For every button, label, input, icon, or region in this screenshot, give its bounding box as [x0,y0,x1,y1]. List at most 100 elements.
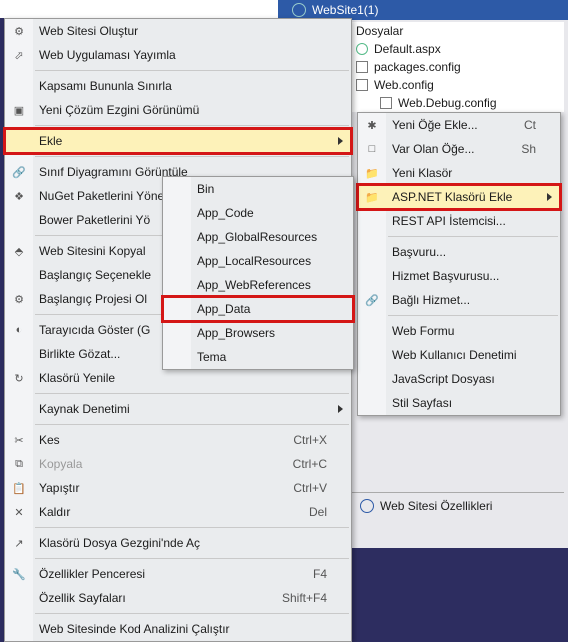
menu-icon: ⧉ [11,456,27,472]
menu-item[interactable]: 📋 Yapıştır Ctrl+V [5,476,351,500]
menu-item[interactable]: ✂KesCtrl+X [5,428,351,452]
menu-item[interactable]: ✱Yeni Öğe Ekle...Ct [358,113,560,137]
menu-icon: ✂ [11,432,27,448]
menu-icon: ⬘ [11,243,27,259]
menu-icon: 📋 [11,480,27,496]
menu-item[interactable]: Başvuru... [358,240,560,264]
menu-item[interactable]: Web Kullanıcı Denetimi [358,343,560,367]
menu-item[interactable]: Tema [163,345,353,369]
menu-label: Web Sitesini Kopyal [39,244,146,258]
menu-separator [35,558,349,559]
menu-label: App_Browsers [197,326,275,340]
menu-icon: ▣ [11,102,27,118]
menu-icon: ↻ [11,370,27,386]
menu-item: ⧉ Kopyala Ctrl+C [5,452,351,476]
properties-title: Web Sitesi Özellikleri [380,499,492,513]
menu-item[interactable]: □Var Olan Öğe...Sh [358,137,560,161]
menu-item[interactable]: App_LocalResources [163,249,353,273]
globe-icon [360,499,374,513]
menu-label: Bin [197,182,214,196]
menu-label: Web Sitesinde Kod Analizini Çalıştır [39,622,230,636]
menu-item[interactable]: Web Sitesinde Kod Analizini Çalıştır [5,617,351,641]
menu-item[interactable]: ↗Klasörü Dosya Gezgini'nde Aç [5,531,351,555]
menu-icon: 📁 [364,189,380,205]
menu-item[interactable]: App_Code [163,201,353,225]
menu-item[interactable]: App_WebReferences [163,273,353,297]
menu-item[interactable]: ⬀Web Uygulaması Yayımla [5,43,351,67]
menu-shortcut: Shift+F4 [252,591,327,605]
menu-icon: 🔗 [11,164,27,180]
config-icon [380,97,392,109]
menu-label: Yapıştır [39,481,79,495]
menu-separator [35,424,349,425]
menu-item[interactable]: 🔧Özellikler PenceresiF4 [5,562,351,586]
menu-item[interactable]: Web Formu [358,319,560,343]
menu-item[interactable]: Kaynak Denetimi [5,397,351,421]
menu-item[interactable]: ⚙Web Sitesi Oluştur [5,19,351,43]
submenu-arrow-icon [547,193,552,201]
menu-item[interactable]: 📁Yeni Klasör [358,161,560,185]
menu-shortcut: Del [279,505,327,519]
menu-icon: □ [364,141,380,157]
aspx-icon [356,43,368,55]
menu-item[interactable]: Bin [163,177,353,201]
menu-label: Tema [197,350,226,364]
menu-item[interactable]: 📁 ASP.NET Klasörü Ekle [358,185,560,209]
menu-item[interactable]: App_Browsers [163,321,353,345]
menu-item[interactable]: Hizmet Başvurusu... [358,264,560,288]
menu-label: JavaScript Dosyası [392,372,495,386]
menu-item[interactable]: ✕ Kaldır Del [5,500,351,524]
menu-label: Kes [39,433,60,447]
solution-root[interactable]: WebSite1(1) [312,3,378,17]
menu-label: Kapsamı Bununla Sınırla [39,79,172,93]
menu-icon: ↗ [11,535,27,551]
menu-icon: ⚙ [11,23,27,39]
menu-item[interactable]: Stil Sayfası [358,391,560,415]
menu-label: Başlangıç Projesi Ol [39,292,147,306]
menu-label: Özellik Sayfaları [39,591,126,605]
menu-label: Klasörü Yenile [39,371,115,385]
menu-label: Özellikler Penceresi [39,567,145,581]
menu-label: Kaldır [39,505,70,519]
menu-label: Kaynak Denetimi [39,402,130,416]
menu-label: App_LocalResources [197,254,311,268]
menu-item[interactable]: App_Data [163,297,353,321]
menu-item[interactable]: ▣ Yeni Çözüm Ezgini Görünümü [5,98,351,122]
menu-item[interactable]: Kapsamı Bununla Sınırla [5,74,351,98]
config-icon [356,61,368,73]
menu-label: Tarayıcıda Göster (G [39,323,150,337]
menu-shortcut: Ctrl+C [263,457,327,471]
menu-label: Stil Sayfası [392,396,452,410]
menu-item[interactable]: App_GlobalResources [163,225,353,249]
menu-icon: ✕ [11,504,27,520]
menu-label: Web Uygulaması Yayımla [39,48,176,62]
menu-label: ASP.NET Klasörü Ekle [392,190,512,204]
menu-separator [388,315,558,316]
menu-item[interactable]: Ekle [5,129,351,153]
menu-shortcut: F4 [283,567,327,581]
menu-item[interactable]: Özellik Sayfaları Shift+F4 [5,586,351,610]
menu-icon: 🔗 [364,292,380,308]
submenu-aspnet-folder: Bin App_Code App_GlobalResources App_LocalR… [162,176,354,370]
menu-label: Birlikte Gözat... [39,347,120,361]
menu-item[interactable]: REST API İstemcisi... [358,209,560,233]
menu-label: Başlangıç Seçenekle [39,268,151,282]
menu-label: Hizmet Başvurusu... [392,269,499,283]
menu-separator [35,125,349,126]
menu-label: Kopyala [39,457,82,471]
menu-label: Bağlı Hizmet... [392,293,470,307]
menu-label: Yeni Öğe Ekle... [392,118,478,132]
submenu-ekle: ✱Yeni Öğe Ekle...Ct□Var Olan Öğe...Sh📁Ye… [357,112,561,416]
menu-separator [35,527,349,528]
menu-item[interactable]: 🔗 Bağlı Hizmet... [358,288,560,312]
menu-separator [35,156,349,157]
solution-header: WebSite1(1) [278,0,568,20]
menu-icon: ✱ [364,117,380,133]
menu-shortcut: Ctrl+V [263,481,327,495]
menu-label: Yeni Çözüm Ezgini Görünümü [39,103,199,117]
menu-item[interactable]: JavaScript Dosyası [358,367,560,391]
menu-label: App_Code [197,206,254,220]
menu-label: Ekle [39,134,62,148]
menu-shortcut: Sh [491,142,536,156]
menu-label: App_GlobalResources [197,230,317,244]
